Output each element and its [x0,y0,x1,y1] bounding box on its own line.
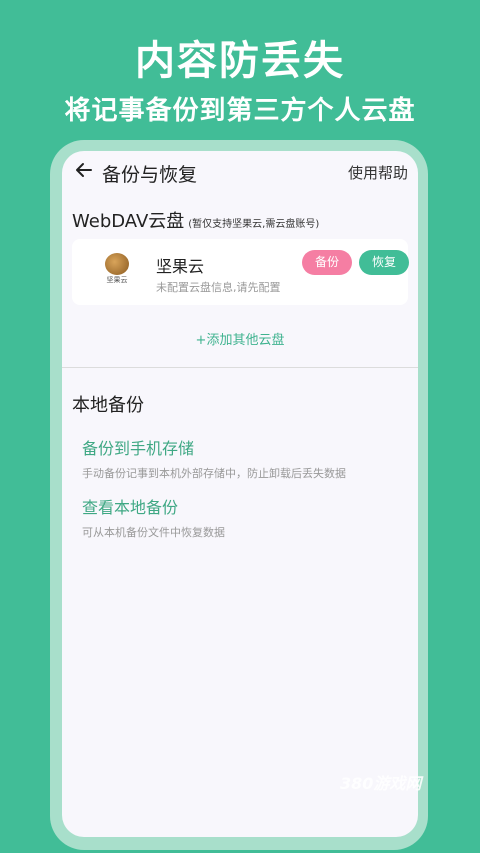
restore-button[interactable]: 恢复 [359,250,409,275]
local-section-title: 本地备份 [72,395,144,416]
watermark: 380游戏网 [340,774,422,793]
add-cloud-link[interactable]: +添加其他云盘 [62,329,418,348]
nut-icon [105,253,129,275]
cloud-status: 未配置云盘信息,请先配置 [156,281,281,294]
arrow-left-icon[interactable] [74,160,94,180]
webdav-section-title: WebDAV云盘 (暂仅支持坚果云,需云盘账号) [72,207,319,233]
logo-text: 坚果云 [106,276,128,284]
jianguoyun-logo: 坚果云 [102,253,132,289]
item-title: 备份到手机存储 [82,439,195,458]
app-header: 备份与恢复 使用帮助 [62,151,418,191]
help-link[interactable]: 使用帮助 [348,162,408,183]
cloud-name: 坚果云 [156,257,205,276]
view-local-backup-item[interactable]: 查看本地备份 可从本机备份文件中恢复数据 [82,494,402,540]
promo-subtitle: 将记事备份到第三方个人云盘 [64,96,416,126]
item-desc: 可从本机备份文件中恢复数据 [82,526,225,539]
promo-title: 内容防丢失 [135,38,345,84]
item-title: 查看本地备份 [82,498,179,517]
phone-screen: 备份与恢复 使用帮助 WebDAV云盘 (暂仅支持坚果云,需云盘账号) 坚果云 坚… [62,151,418,837]
backup-button[interactable]: 备份 [302,250,352,275]
backup-to-phone-item[interactable]: 备份到手机存储 手动备份记事到本机外部存储中，防止卸载后丢失数据 [82,435,402,481]
cloud-card-jianguoyun[interactable]: 坚果云 坚果云 未配置云盘信息,请先配置 备份 恢复 [72,239,409,305]
webdav-title: WebDAV云盘 [72,211,185,232]
page-title: 备份与恢复 [102,164,198,186]
webdav-note: (暂仅支持坚果云,需云盘账号) [188,219,320,230]
item-desc: 手动备份记事到本机外部存储中，防止卸载后丢失数据 [82,467,346,480]
divider [62,367,418,368]
